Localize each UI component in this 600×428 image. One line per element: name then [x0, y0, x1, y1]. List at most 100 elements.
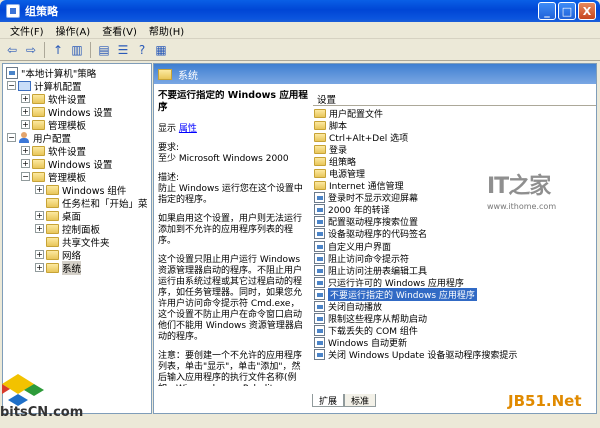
list-item-policy[interactable]: Windows 自动更新 [313, 337, 596, 349]
tree-item-windows-settings[interactable]: + Windows 设置 [21, 157, 112, 171]
tree-item-computer-config[interactable]: − 计算机配置 [7, 79, 82, 93]
list-item-folder[interactable]: 登录 [313, 143, 596, 156]
expand-icon[interactable]: + [35, 250, 44, 259]
maximize-button[interactable]: □ [558, 2, 576, 20]
folder-icon [46, 184, 59, 195]
menu-file[interactable]: 文件(F) [4, 23, 50, 38]
expand-icon[interactable]: + [21, 159, 30, 168]
list-item-label: 自定义用户界面 [328, 242, 392, 253]
expand-icon[interactable]: + [21, 107, 30, 116]
tab-extended[interactable]: 扩展 [312, 394, 345, 407]
tree-item-windows-components[interactable]: + Windows 组件 [35, 183, 126, 197]
list-item-policy[interactable]: 限制这些程序从帮助启动 [313, 313, 596, 325]
policy-setting-icon [314, 204, 325, 216]
list-item-policy[interactable]: 阻止访问命令提示符 [313, 252, 596, 265]
list-item-folder[interactable]: Ctrl+Alt+Del 选项 [313, 131, 596, 144]
ithome-watermark: IT之家 www.ithome.com [487, 168, 556, 211]
list-item-label: 阻止访问命令提示符 [328, 254, 410, 265]
list-item-policy[interactable]: 只运行许可的 Windows 应用程序 [313, 276, 596, 289]
collapse-icon[interactable]: − [7, 133, 16, 142]
list-item-folder[interactable]: 脚本 [313, 119, 596, 132]
expand-icon[interactable]: + [21, 94, 30, 103]
column-header-setting[interactable]: 设置 [313, 92, 596, 106]
extended-view-icon[interactable]: ▦ [153, 42, 169, 58]
list-item-label: 阻止访问注册表编辑工具 [328, 266, 428, 277]
tree-item-software-settings[interactable]: + 软件设置 [21, 92, 87, 106]
tree-item-control-panel[interactable]: + 控制面板 [35, 222, 100, 236]
list-item-policy[interactable]: 自定义用户界面 [313, 240, 596, 253]
tree-label: 共享文件夹 [62, 237, 110, 249]
list-item-policy[interactable]: 配置驱动程序搜索位置 [313, 216, 596, 228]
tree-item-network[interactable]: + 网络 [35, 248, 81, 262]
properties-link[interactable]: 属性 [179, 124, 197, 134]
computer-icon [18, 80, 31, 91]
folder-icon [158, 68, 172, 80]
list-item-policy[interactable]: 设备驱动程序的代码签名 [313, 228, 596, 240]
tree-item-admin-templates[interactable]: − 管理模板 [21, 170, 86, 184]
folder-icon [314, 120, 326, 130]
list-item-policy[interactable]: 关闭自动播放 [313, 301, 596, 313]
menu-view[interactable]: 查看(V) [96, 23, 143, 38]
close-button[interactable]: X [578, 2, 596, 20]
folder-icon [46, 223, 59, 234]
list-item-label: 设备驱动程序的代码签名 [328, 230, 428, 241]
list-item-folder[interactable]: 用户配置文件 [313, 107, 596, 120]
policy-setting-icon [314, 216, 325, 228]
ithome-url: www.ithome.com [487, 202, 557, 211]
tree-label: 管理模板 [48, 120, 87, 132]
expand-icon[interactable]: + [21, 120, 30, 129]
list-item-label: 只运行许可的 Windows 应用程序 [328, 278, 464, 289]
properties-icon[interactable]: ☰ [115, 42, 131, 58]
tree-item-system[interactable]: + 系统 [35, 260, 82, 275]
tree-item-taskbar-start[interactable]: 任务栏和「开始」菜 [46, 196, 148, 210]
tree-item-software-settings[interactable]: + 软件设置 [21, 144, 86, 158]
bitscn-watermark: bitsCN.com [0, 405, 84, 420]
tab-standard[interactable]: 标准 [344, 394, 377, 407]
back-icon[interactable]: ⇦ [4, 42, 20, 58]
policy-setting-icon [314, 264, 325, 276]
tree-item-root[interactable]: "本地计算机"策略 [6, 66, 96, 80]
menu-action[interactable]: 操作(A) [50, 23, 97, 38]
tree-item-admin-templates[interactable]: + 管理模板 [21, 118, 87, 132]
list-item-policy[interactable]: 下载丢失的 COM 组件 [313, 325, 596, 337]
section-header: 系统 [154, 64, 596, 84]
expand-icon[interactable]: + [35, 224, 44, 233]
tree-item-user-config[interactable]: − 用户配置 [7, 131, 72, 145]
show-tree-icon[interactable]: ▥ [69, 42, 85, 58]
list-item-policy-selected[interactable]: 不要运行指定的 Windows 应用程序 [313, 287, 596, 301]
expand-icon[interactable]: + [35, 263, 44, 272]
collapse-icon[interactable]: − [21, 172, 30, 181]
list-item-folder[interactable]: 组策略 [313, 155, 596, 168]
description-paragraph: 如果启用这个设置，用户则无法运行添加到不允许的应用程序列表的程序。 [158, 214, 303, 246]
expand-icon[interactable]: + [35, 185, 44, 194]
list-item-policy[interactable]: 阻止访问注册表编辑工具 [313, 264, 596, 277]
tree-item-windows-settings[interactable]: + Windows 设置 [21, 105, 112, 119]
minimize-button[interactable]: _ [538, 2, 556, 20]
forward-icon[interactable]: ⇨ [23, 42, 39, 58]
policy-setting-icon [314, 349, 325, 361]
tree-label: 用户配置 [33, 133, 72, 145]
expand-icon[interactable]: + [21, 146, 30, 155]
help-icon[interactable]: ? [134, 42, 150, 58]
settings-list[interactable]: 用户配置文件 脚本 Ctrl+Alt+Del 选项 登录 组策略 电源管理 In… [313, 107, 596, 407]
export-icon[interactable]: ▤ [96, 42, 112, 58]
collapse-icon[interactable]: − [7, 81, 16, 90]
folder-icon [314, 181, 326, 191]
menu-help[interactable]: 帮助(H) [143, 23, 190, 38]
policy-title: 不要运行指定的 Windows 应用程序 [158, 90, 308, 113]
folder-icon [46, 210, 59, 221]
list-item-policy[interactable]: 关闭 Windows Update 设备驱动程序搜索提示 [313, 349, 596, 361]
tree-item-shared-folders[interactable]: 共享文件夹 [46, 235, 110, 249]
bitscn-logo-icon [2, 374, 44, 406]
tree-label: 软件设置 [48, 94, 87, 106]
tree-label: 系统 [62, 260, 82, 275]
folder-icon [32, 158, 45, 169]
tree-item-desktop[interactable]: + 桌面 [35, 209, 81, 223]
title-bar: 组策略 _ □ X [0, 0, 600, 22]
tree-pane[interactable]: "本地计算机"策略 − 计算机配置 + 软件设置 + Windows 设置 + … [2, 63, 152, 414]
tree-label: 计算机配置 [34, 81, 82, 93]
expand-icon[interactable]: + [35, 211, 44, 220]
list-item-label: Windows 自动更新 [328, 339, 408, 350]
up-folder-icon[interactable]: ↑ [50, 42, 66, 58]
list-item-label: 下载丢失的 COM 组件 [328, 327, 418, 338]
